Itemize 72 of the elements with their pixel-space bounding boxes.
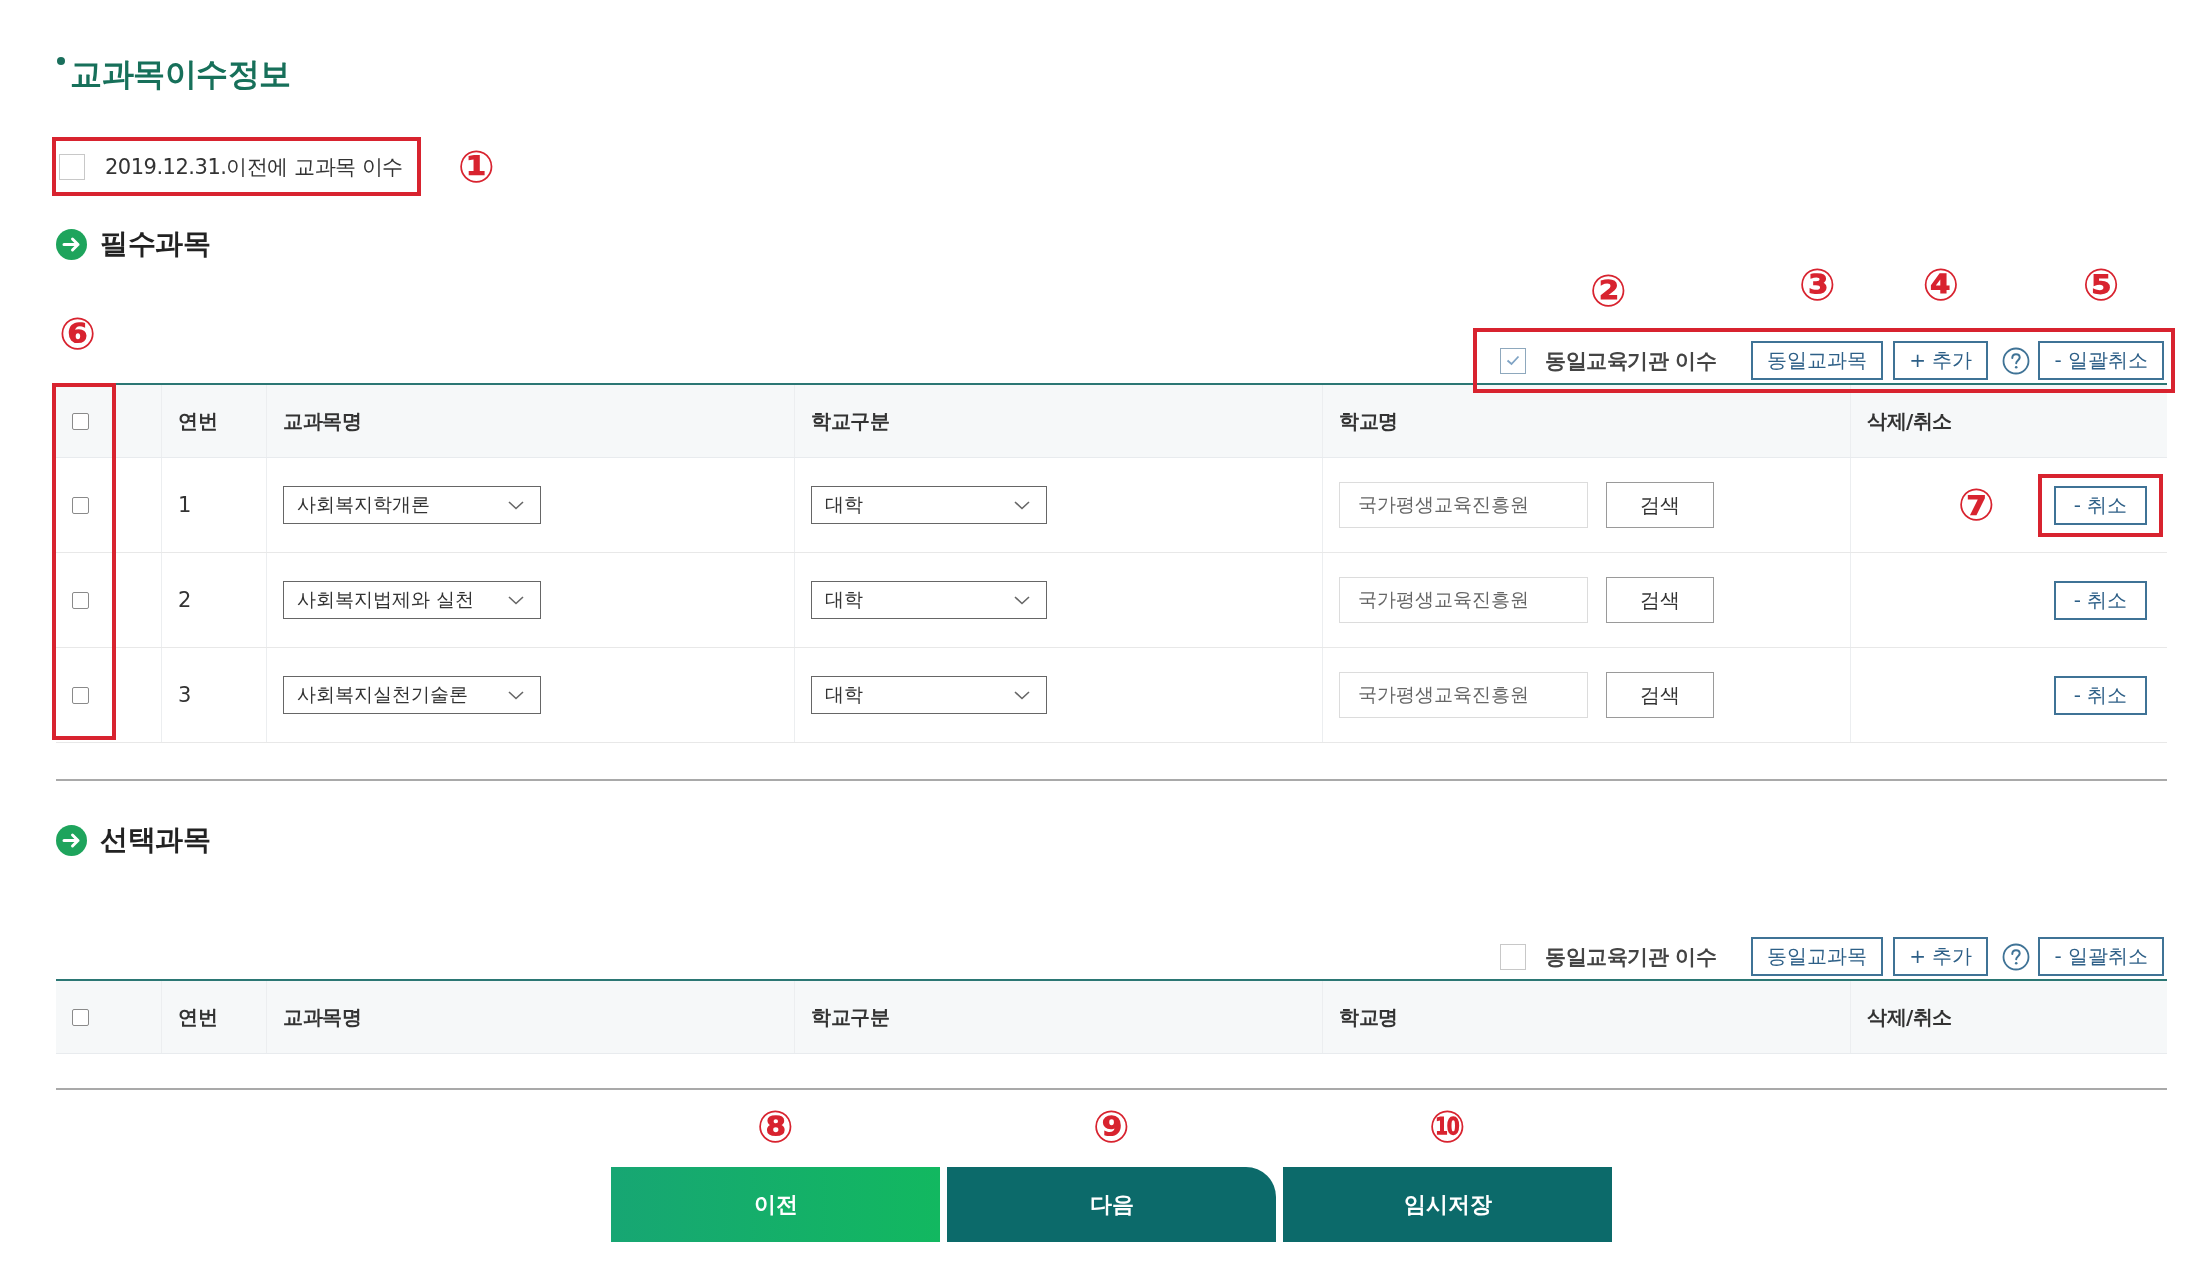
- same-subject-button[interactable]: 동일교과목: [1751, 937, 1884, 976]
- cancel-all-button[interactable]: - 일괄취소: [2038, 937, 2164, 976]
- check-icon: [1506, 355, 1521, 366]
- option-label: 동일교육기관 이수: [1545, 347, 1717, 375]
- callout-number: ⑦: [1957, 483, 1995, 527]
- school-name-field[interactable]: 국가평생교육진흥원: [1339, 482, 1588, 528]
- column-header: 연번: [178, 407, 217, 435]
- option-label: 동일교육기관 이수: [1545, 943, 1717, 971]
- row-number: 2: [178, 588, 192, 612]
- chevron-down-icon: [1014, 500, 1030, 510]
- callout-number: ④: [1922, 263, 1960, 307]
- save-draft-button[interactable]: 임시저장: [1283, 1167, 1612, 1242]
- cancel-button[interactable]: - 취소: [2054, 580, 2147, 620]
- callout-number: ⑨: [1092, 1105, 1131, 1149]
- column-header: 교과목명: [283, 407, 361, 435]
- add-button[interactable]: + 추가: [1893, 341, 1989, 380]
- checkbox[interactable]: [72, 1008, 89, 1026]
- same-subject-button[interactable]: 동일교과목: [1751, 341, 1884, 380]
- arrow-circle-icon: [56, 228, 87, 260]
- school-type-select[interactable]: 대학: [811, 486, 1047, 524]
- checkbox[interactable]: [72, 591, 89, 609]
- callout-number: ②: [1589, 268, 1627, 313]
- search-button[interactable]: 검색: [1606, 672, 1714, 718]
- column-header: 학교명: [1339, 1003, 1398, 1031]
- school-type-select[interactable]: 대학: [811, 581, 1047, 619]
- section-heading: 선택과목: [100, 825, 210, 855]
- school-name-field[interactable]: 국가평생교육진흥원: [1339, 672, 1588, 718]
- chevron-down-icon: [508, 690, 524, 700]
- column-header: 연번: [178, 1003, 217, 1031]
- checkbox[interactable]: [72, 496, 89, 514]
- callout-number: ⑤: [2082, 263, 2120, 307]
- school-name-field[interactable]: 국가평생교육진흥원: [1339, 577, 1588, 623]
- page-title: 교과목이수정보: [70, 56, 291, 92]
- search-button[interactable]: 검색: [1606, 577, 1714, 623]
- column-header: 학교구분: [811, 1003, 889, 1031]
- column-header: 학교구분: [811, 407, 889, 435]
- checkbox[interactable]: [1500, 943, 1527, 970]
- section-heading: 필수과목: [100, 229, 210, 259]
- option-label: 2019.12.31.이전에 교과목 이수: [105, 153, 403, 181]
- subject-select[interactable]: 사회복지학개론: [283, 486, 541, 524]
- callout-number: ①: [457, 144, 496, 189]
- callout-number: ⑧: [756, 1105, 795, 1149]
- callout-number: ⑥: [59, 312, 97, 356]
- row-number: 1: [178, 493, 192, 517]
- column-header: 교과목명: [283, 1003, 361, 1031]
- cancel-all-button[interactable]: - 일괄취소: [2038, 341, 2164, 380]
- checkbox[interactable]: [72, 412, 89, 430]
- arrow-circle-icon: [56, 824, 87, 856]
- column-header: 삭제/취소: [1867, 407, 1952, 435]
- help-icon[interactable]: [2002, 346, 2031, 375]
- checkbox[interactable]: [59, 153, 85, 180]
- subject-select[interactable]: 사회복지법제와 실천: [283, 581, 541, 619]
- next-button[interactable]: 다음: [947, 1167, 1276, 1242]
- checkbox[interactable]: [1500, 347, 1527, 374]
- chevron-down-icon: [508, 500, 524, 510]
- callout-number: ⑩: [1428, 1105, 1467, 1149]
- help-icon[interactable]: [2002, 942, 2031, 971]
- checkbox[interactable]: [72, 686, 89, 704]
- bullet-dot-icon: [57, 57, 65, 65]
- chevron-down-icon: [508, 595, 524, 605]
- chevron-down-icon: [1014, 595, 1030, 605]
- add-button[interactable]: + 추가: [1893, 937, 1989, 976]
- row-number: 3: [178, 683, 192, 707]
- search-button[interactable]: 검색: [1606, 482, 1714, 528]
- subject-select[interactable]: 사회복지실천기술론: [283, 676, 541, 714]
- column-header: 학교명: [1339, 407, 1398, 435]
- school-type-select[interactable]: 대학: [811, 676, 1047, 714]
- cancel-button[interactable]: - 취소: [2054, 675, 2147, 715]
- callout-number: ③: [1798, 263, 1836, 307]
- cancel-button[interactable]: - 취소: [2054, 485, 2147, 525]
- chevron-down-icon: [1014, 690, 1030, 700]
- column-header: 삭제/취소: [1867, 1003, 1952, 1031]
